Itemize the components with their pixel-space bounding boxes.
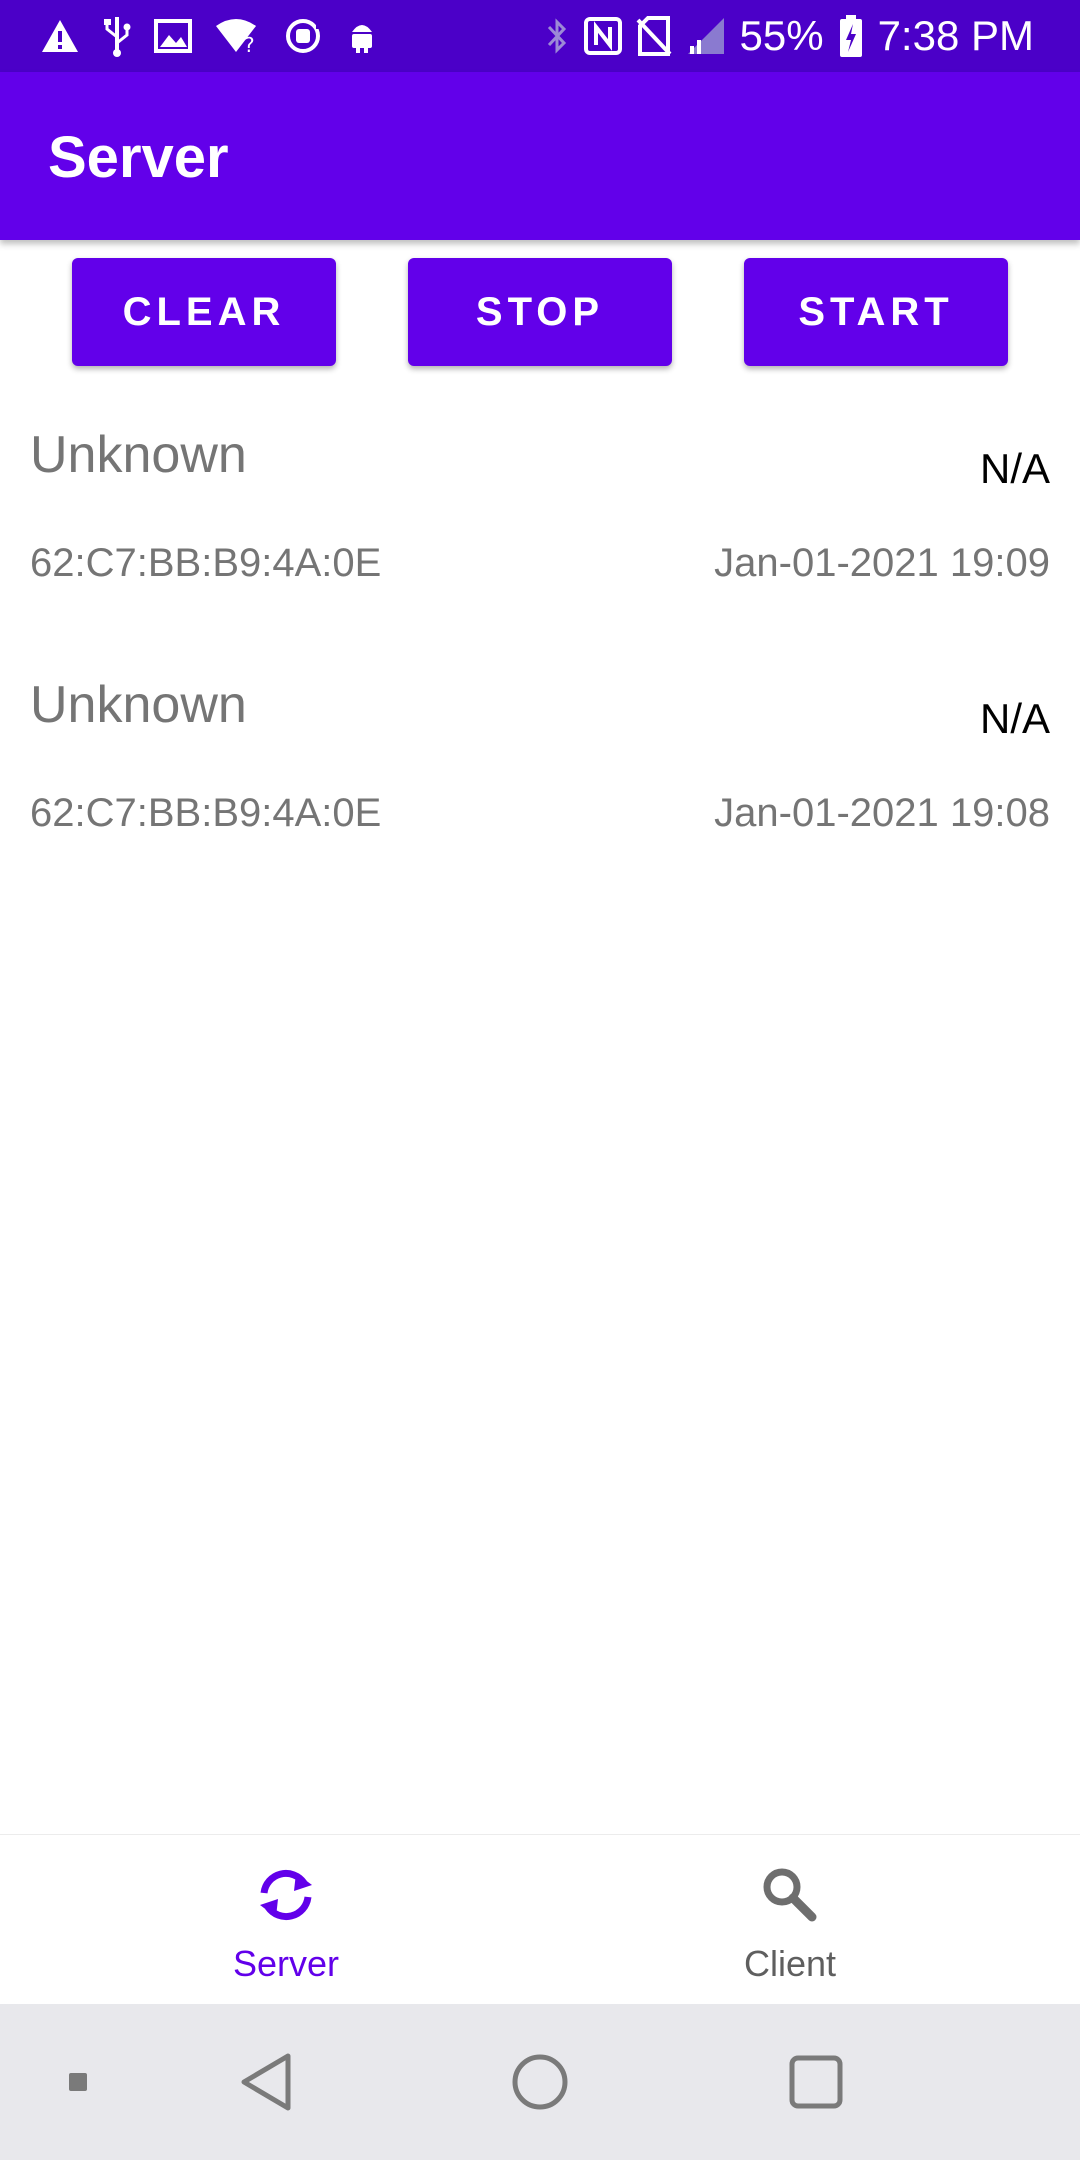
device-timestamp: Jan-01-2021 19:09: [714, 541, 1050, 585]
image-icon: [154, 19, 192, 53]
battery-percent: 55%: [739, 12, 824, 59]
app-bar: Server: [0, 72, 1080, 240]
warning-icon: [42, 20, 78, 52]
menu-dot-button[interactable]: [60, 2004, 96, 2160]
bottom-navigation: Server Client: [0, 1834, 1080, 2005]
nfc-icon: [583, 17, 622, 55]
clear-button[interactable]: CLEAR: [72, 258, 336, 366]
home-icon: [512, 2054, 568, 2110]
sync-icon: [286, 19, 322, 53]
recents-icon: [789, 2055, 843, 2109]
svg-text:?: ?: [244, 33, 255, 54]
device-list-item[interactable]: Unknown N/A 62:C7:BB:B9:4A:0E Jan-01-202…: [30, 405, 1050, 655]
bluetooth-icon: [547, 18, 566, 54]
status-icons-right: 55% 7:38 PM: [544, 0, 1034, 72]
device-list-item[interactable]: Unknown N/A 62:C7:BB:B9:4A:0E Jan-01-202…: [30, 655, 1050, 905]
device-rssi: N/A: [979, 445, 1050, 492]
back-button[interactable]: [226, 2004, 306, 2160]
signal-icon: [687, 18, 724, 54]
device-name: Unknown: [30, 676, 247, 734]
search-icon: [763, 1868, 817, 1922]
usb-icon: [104, 17, 131, 57]
android-icon: [352, 25, 372, 53]
device-rssi: N/A: [979, 695, 1050, 742]
no-sim-icon: [636, 16, 671, 56]
battery-icon: [839, 15, 862, 57]
device-mac-address: 62:C7:BB:B9:4A:0E: [30, 541, 382, 585]
start-button[interactable]: START: [744, 258, 1008, 366]
status-icons-left: ?: [40, 12, 378, 60]
back-icon: [241, 2053, 291, 2111]
page-title: Server: [48, 125, 229, 190]
device-mac-address: 62:C7:BB:B9:4A:0E: [30, 791, 382, 835]
nav-item-client[interactable]: Client: [520, 1835, 1060, 2005]
sync-icon: [260, 1870, 312, 1920]
stop-button[interactable]: STOP: [408, 258, 672, 366]
recents-button[interactable]: [776, 2004, 856, 2160]
square-dot-icon: [69, 2073, 87, 2091]
status-bar: ? 55% 7:38 PM: [0, 0, 1080, 72]
device-name: Unknown: [30, 426, 247, 484]
system-navigation-bar: [0, 2004, 1080, 2160]
device-timestamp: Jan-01-2021 19:08: [714, 791, 1050, 835]
nav-label-server: Server: [232, 1943, 340, 1984]
clock: 7:38 PM: [877, 12, 1034, 59]
home-button[interactable]: [500, 2004, 580, 2160]
nav-item-server[interactable]: Server: [16, 1835, 556, 2005]
nav-label-client: Client: [743, 1943, 837, 1984]
wifi-question-icon: ?: [216, 19, 256, 54]
